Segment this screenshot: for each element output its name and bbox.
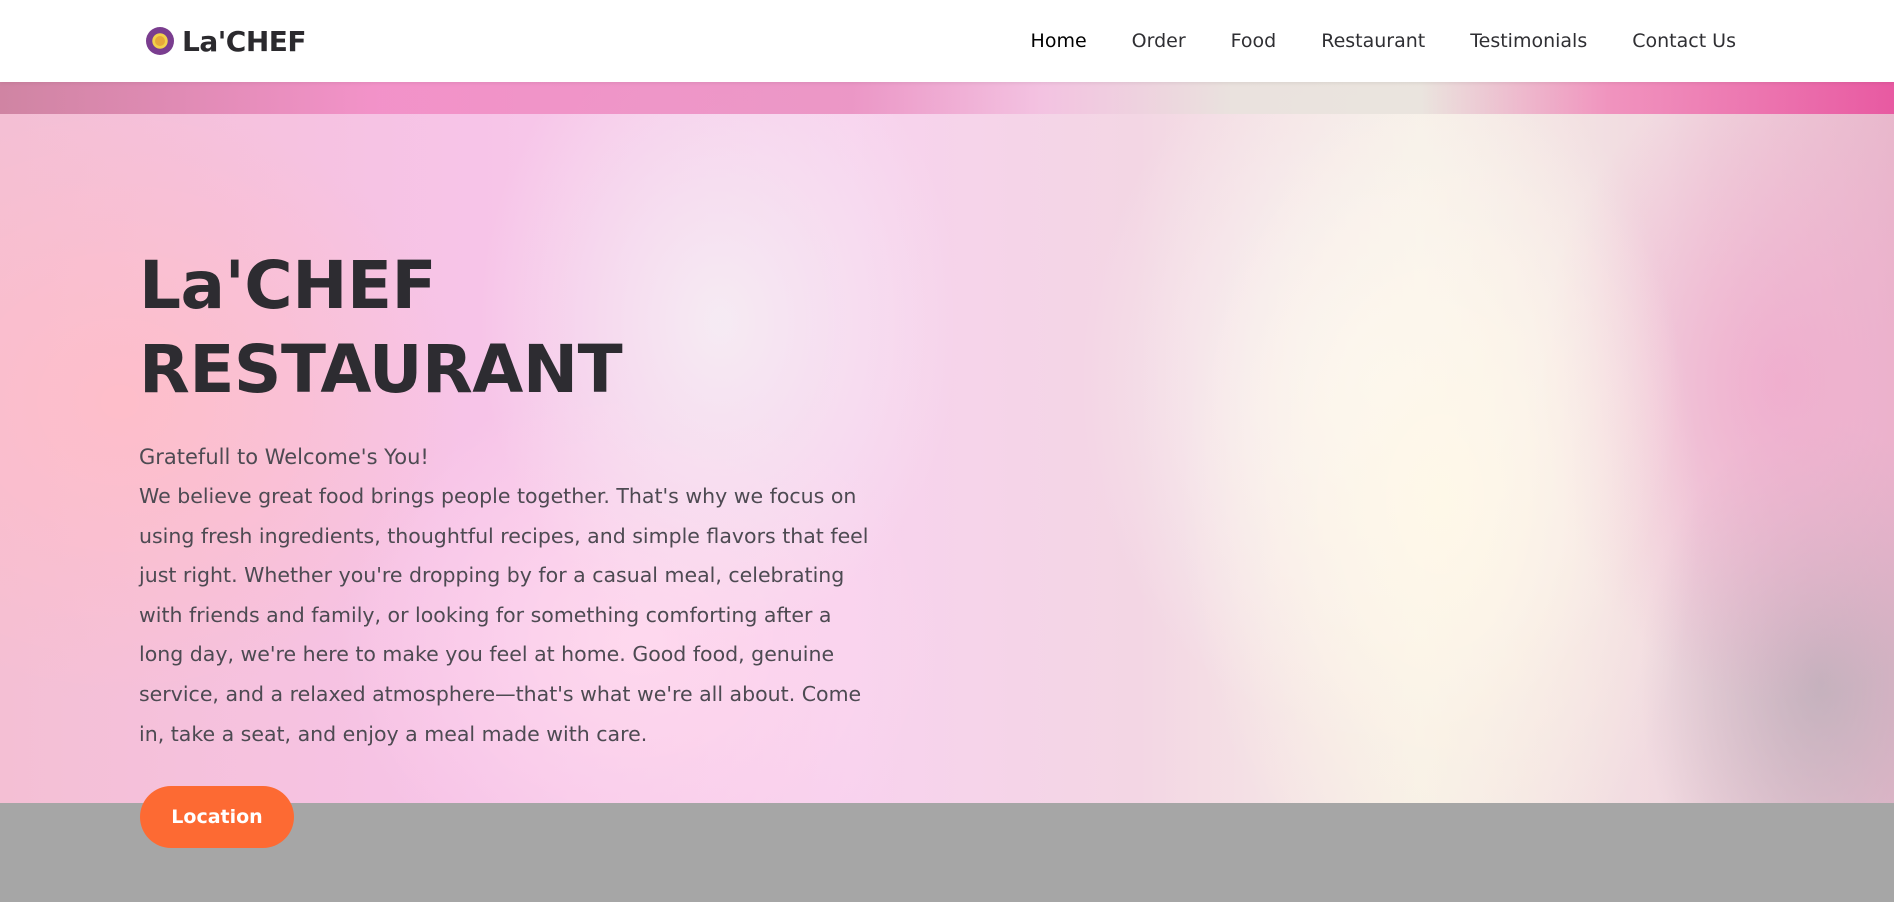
location-button[interactable]: Location (140, 786, 294, 848)
hero-title-line1: La'CHEF (139, 247, 437, 324)
nav-item-testimonials[interactable]: Testimonials (1470, 26, 1587, 56)
nav-item-order[interactable]: Order (1132, 26, 1186, 56)
nav-item-home[interactable]: Home (1031, 26, 1087, 56)
nav-item-restaurant[interactable]: Restaurant (1321, 26, 1425, 56)
nav-item-food[interactable]: Food (1231, 26, 1277, 56)
main-nav: Home Order Food Restaurant Testimonials … (986, 26, 1736, 56)
hero-title: La'CHEF RESTAURANT (139, 244, 739, 412)
brand[interactable]: La'CHEF (146, 22, 307, 60)
hero-greeting: Gratefull to Welcome's You! (139, 445, 429, 469)
hero-section: La'CHEF RESTAURANT Gratefull to Welcome'… (0, 82, 1894, 803)
brand-name: La'CHEF (182, 24, 307, 58)
hero-title-line2: RESTAURANT (139, 331, 623, 408)
chef-logo-icon (146, 27, 174, 55)
nav-item-contact-us[interactable]: Contact Us (1632, 26, 1736, 56)
hero-background-band (0, 82, 1894, 114)
hero-description: We believe great food brings people toge… (139, 484, 869, 746)
navbar: La'CHEF Home Order Food Restaurant Testi… (0, 0, 1894, 82)
